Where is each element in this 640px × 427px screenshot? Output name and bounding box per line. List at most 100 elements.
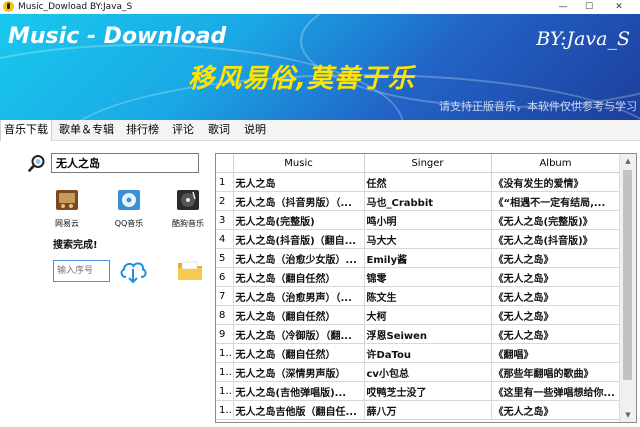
row-number: 10 [216,343,234,363]
results-grid: Music Singer Album 1 无人之岛 任然 《没有发生的爱情》 2 无人之岛… [216,154,621,420]
album-cell: 《无人之岛》 [491,400,621,420]
table-row[interactable]: 9 无人之岛（冷御版）（翻... 浮恩Seiwen 《无人之岛》 [216,324,621,344]
table-row[interactable]: 13 无人之岛吉他版（翻自任... 薛八万 《无人之岛》 [216,400,621,420]
row-number: 6 [216,267,234,287]
table-row[interactable]: 2 无人之岛（抖音男版）（... 马也_Crabbit 《“相遇不一定有结局,... [216,191,621,211]
album-cell: 《无人之岛(抖音版)》 [491,229,621,249]
table-body: 1 无人之岛 任然 《没有发生的爱情》 2 无人之岛（抖音男版）（... 马也_Crabbi… [216,172,621,420]
album-cell: 《没有发生的爱情》 [491,172,621,192]
music-cell: 无人之岛（翻自任然） [233,267,365,287]
album-cell: 《那些年翻唱的歌曲》 [491,362,621,382]
folder-icon[interactable] [177,259,203,281]
column-header-index[interactable] [216,154,234,173]
vertical-scrollbar[interactable]: ▲ ▼ [619,154,636,422]
column-header-music[interactable]: Music [233,154,365,173]
column-header-album[interactable]: Album [491,154,621,173]
close-button[interactable]: ✕ [608,0,630,14]
singer-cell: 马大大 [364,229,492,249]
banner-slogan: 移风易俗,莫善于乐 [188,64,415,94]
scrollbar-thumb[interactable] [623,170,632,380]
header-banner: Music - Download BY:Java_S 移风易俗,莫善于乐 请支持… [0,14,640,120]
source-kugou-button[interactable]: 酷狗音乐 [166,189,210,229]
album-cell: 《无人之岛》 [491,286,621,306]
album-cell: 《无人之岛》 [491,248,621,268]
row-number: 1 [216,172,234,192]
album-cell: 《“相遇不一定有结局,... [491,191,621,211]
tab-instructions[interactable]: 说明 [241,120,269,140]
singer-cell: 大柯 [364,305,492,325]
album-cell: 《无人之岛》 [491,267,621,287]
music-cell: 无人之岛(完整版) [233,210,365,230]
scroll-down-arrow-icon[interactable]: ▼ [620,408,636,422]
table-header-row: Music Singer Album [216,154,621,173]
singer-cell: 马也_Crabbit [364,191,492,211]
singer-cell: cv小包总 [364,362,492,382]
row-number: 2 [216,191,234,211]
tab-music-download[interactable]: 音乐下载 [0,120,52,141]
album-cell: 《无人之岛》 [491,324,621,344]
tab-charts[interactable]: 排行榜 [123,120,162,140]
banner-title: Music - Download [8,24,227,49]
source-qqmusic-button[interactable]: QQ音乐 [107,189,151,229]
table-row[interactable]: 10 无人之岛（翻自任然） 许DaTou 《翻唱》 [216,343,621,363]
table-row[interactable]: 7 无人之岛（治愈男声）（... 陈文生 《无人之岛》 [216,286,621,306]
kugou-icon [177,190,199,210]
source-netease-button[interactable]: 网易云 [45,189,89,229]
row-number: 9 [216,324,234,344]
row-number: 11 [216,362,234,382]
window-titlebar: Music_Dowload BY:Java_S — ☐ ✕ [0,0,640,14]
app-icon [3,1,14,12]
album-cell: 《翻唱》 [491,343,621,363]
scroll-up-arrow-icon[interactable]: ▲ [620,154,636,168]
row-number: 12 [216,381,234,401]
maximize-button[interactable]: ☐ [578,0,600,14]
music-cell: 无人之岛（冷御版）（翻... [233,324,365,344]
music-cell: 无人之岛（翻自任然） [233,343,365,363]
column-header-singer[interactable]: Singer [364,154,492,173]
row-number: 3 [216,210,234,230]
music-cell: 无人之岛（治愈少女版）... [233,248,365,268]
row-number: 5 [216,248,234,268]
table-row[interactable]: 11 无人之岛（深情男声版） cv小包总 《那些年翻唱的歌曲》 [216,362,621,382]
netease-icon [56,190,78,210]
music-cell: 无人之岛（治愈男声）（... [233,286,365,306]
row-number: 13 [216,400,234,420]
tab-comments[interactable]: 评论 [169,120,197,140]
qq-music-icon [118,190,140,210]
menu-bar: 音乐下载 歌单＆专辑 排行榜 评论 歌词 说明 [0,120,640,141]
table-row[interactable]: 5 无人之岛（治愈少女版）... Emily酱 《无人之岛》 [216,248,621,268]
tab-lyrics[interactable]: 歌词 [205,120,233,140]
cloud-download-icon[interactable] [118,258,148,284]
table-row[interactable]: 3 无人之岛(完整版) 鸣小明 《无人之岛(完整版)》 [216,210,621,230]
table-row[interactable]: 4 无人之岛(抖音版)（翻自... 马大大 《无人之岛(抖音版)》 [216,229,621,249]
row-number: 4 [216,229,234,249]
table-row[interactable]: 8 无人之岛（翻自任然） 大柯 《无人之岛》 [216,305,621,325]
music-cell: 无人之岛(抖音版)（翻自... [233,229,365,249]
music-cell: 无人之岛(吉他弹唱版)... [233,381,365,401]
album-cell: 《这里有一些弹唱想给你... [491,381,621,401]
search-input[interactable] [51,153,199,173]
results-table[interactable]: Music Singer Album 1 无人之岛 任然 《没有发生的爱情》 2 无人之岛… [215,153,637,423]
search-icon[interactable] [28,154,46,172]
music-cell: 无人之岛（抖音男版）（... [233,191,365,211]
tab-playlist-album[interactable]: 歌单＆专辑 [56,120,117,140]
singer-cell: 任然 [364,172,492,192]
minimize-button[interactable]: — [552,0,574,14]
banner-author: BY:Java_S [536,28,630,50]
music-cell: 无人之岛（翻自任然） [233,305,365,325]
singer-cell: Emily酱 [364,248,492,268]
source-qqmusic-label: QQ音乐 [114,219,144,228]
row-number: 7 [216,286,234,306]
banner-note: 请支持正版音乐，本软件仅供参考与学习 [439,100,637,113]
table-row[interactable]: 6 无人之岛（翻自任然） 锦零 《无人之岛》 [216,267,621,287]
index-input[interactable] [53,260,110,282]
album-cell: 《无人之岛》 [491,305,621,325]
singer-cell: 鸣小明 [364,210,492,230]
source-kugou-label: 酷狗音乐 [172,219,204,228]
album-cell: 《无人之岛(完整版)》 [491,210,621,230]
row-number: 8 [216,305,234,325]
singer-cell: 薛八万 [364,400,492,420]
singer-cell: 浮恩Seiwen [364,324,492,344]
table-row[interactable]: 12 无人之岛(吉他弹唱版)... 哎鸭芝士没了 《这里有一些弹唱想给你... [216,381,621,401]
table-row[interactable]: 1 无人之岛 任然 《没有发生的爱情》 [216,172,621,192]
